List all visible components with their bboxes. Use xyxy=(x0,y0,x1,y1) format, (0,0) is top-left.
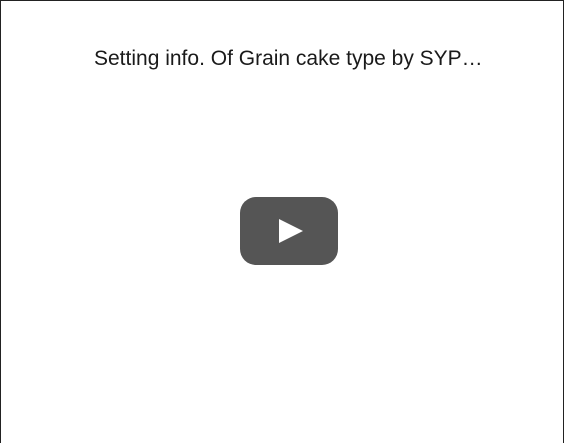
embedded-video-player[interactable]: Setting info. Of Grain cake type by SYP… xyxy=(0,0,564,443)
play-button[interactable] xyxy=(240,197,338,265)
video-title[interactable]: Setting info. Of Grain cake type by SYP… xyxy=(94,45,554,73)
play-icon xyxy=(240,197,338,265)
